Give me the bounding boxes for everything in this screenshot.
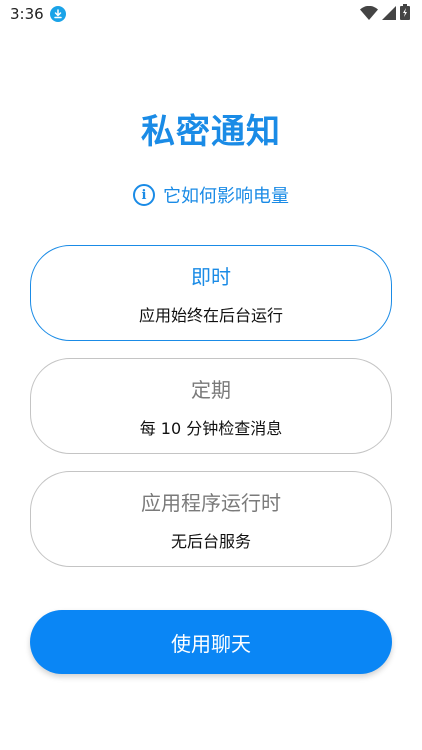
- option-description: 应用始终在后台运行: [138, 305, 283, 325]
- option-title: 应用程序运行时: [141, 490, 281, 515]
- option-description: 无后台服务: [170, 531, 251, 551]
- status-time: 3:36: [10, 5, 44, 23]
- battery-charging-icon: [400, 4, 410, 24]
- status-left: 3:36: [10, 5, 66, 23]
- battery-impact-label: 它如何影响电量: [163, 186, 289, 207]
- option-while-app-running[interactable]: 应用程序运行时 无后台服务: [30, 471, 392, 567]
- info-icon: i: [133, 184, 155, 206]
- download-icon: [49, 6, 66, 22]
- use-chat-button[interactable]: 使用聊天: [30, 610, 392, 674]
- page-title: 私密通知: [141, 112, 281, 152]
- option-instant[interactable]: 即时 应用始终在后台运行: [30, 245, 392, 341]
- option-description: 每 10 分钟检查消息: [139, 418, 283, 438]
- signal-icon: [382, 5, 396, 24]
- wifi-icon: [360, 5, 378, 24]
- option-title: 即时: [191, 264, 231, 289]
- battery-impact-link[interactable]: i 它如何影响电量: [0, 182, 422, 208]
- status-bar: 3:36: [0, 0, 422, 28]
- notification-settings-screen: 3:36 私密通知 i 它如何影响电量 即时 应用始终在后台运行 定期 每 10…: [0, 0, 422, 750]
- status-right: [360, 4, 410, 24]
- option-title: 定期: [191, 377, 231, 402]
- option-periodic[interactable]: 定期 每 10 分钟检查消息: [30, 358, 392, 454]
